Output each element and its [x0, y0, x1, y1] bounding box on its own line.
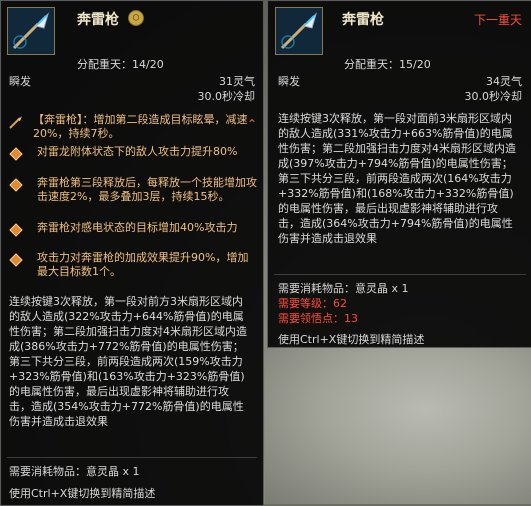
skill-tooltip-current: 奔雷枪 ⬡ 分配重天：14/20 瞬发 31灵气 30.0秒冷却 【奔雷枪】：增…: [0, 0, 264, 506]
required-level: 需要等级：62: [278, 297, 347, 310]
skill-name: 奔雷枪: [342, 12, 384, 28]
consume-item: 需要消耗物品：意灵晶 x 1: [9, 465, 140, 478]
upgrade-chevron-icon: ⌃: [246, 117, 257, 131]
bonus-row: 奔雷枪对感电状态的目标增加40%攻击力: [9, 221, 257, 251]
spear-icon: [9, 115, 23, 129]
mana-cost: 34灵气: [486, 75, 522, 88]
divider: [274, 274, 526, 275]
bonus-row: 奔雷枪第三段释放后，每释放一个技能增加攻击速度2%，最多叠加3层，持续15秒。: [9, 176, 257, 220]
bonus-row: 【奔雷枪】：增加第二段造成目标眩晕，减速20%，持续7秒。 ⌃: [9, 113, 257, 143]
required-points: 需要领悟点：13: [278, 312, 358, 325]
level-badge-icon: ⬡: [128, 10, 144, 26]
diamond-icon: [9, 178, 23, 192]
next-level-label: 下一重天: [473, 13, 522, 27]
diamond-icon: [9, 147, 23, 161]
skill-tooltip-next-level: 奔雷枪 下一重天 分配重天：15/20 瞬发 34灵气 30.0秒冷却 连续按键…: [267, 0, 531, 348]
divider: [7, 457, 257, 458]
mana-cost: 31灵气: [219, 75, 255, 88]
assign-level: 分配重天：14/20: [77, 58, 164, 71]
skill-spear-icon: [275, 7, 323, 55]
diamond-icon: [9, 253, 23, 267]
skill-description: 连续按键3次释放，第一段对前方3米扇形区域内的敌人造成(322%攻击力+644%…: [9, 295, 247, 428]
cast-type: 瞬发: [278, 75, 300, 88]
cast-type: 瞬发: [9, 75, 31, 88]
cooldown: 30.0秒冷却: [197, 90, 256, 103]
stone-floor-background: [265, 346, 531, 504]
assign-level: 分配重天：15/20: [344, 58, 431, 71]
skill-spear-icon: [7, 7, 55, 55]
skill-description: 连续按键3次释放，第一段对面前3米扇形区域内的敌人造成(331%攻击力+663%…: [278, 112, 516, 245]
toggle-description-hint: 使用Ctrl+X键切换到精简描述: [278, 333, 425, 346]
toggle-description-hint: 使用Ctrl+X键切换到精简描述: [9, 487, 156, 500]
cooldown: 30.0秒冷却: [464, 90, 523, 103]
diamond-icon: [9, 223, 23, 237]
skill-name: 奔雷枪: [77, 12, 119, 28]
consume-item: 需要消耗物品：意灵晶 x 1: [278, 282, 409, 295]
bonus-row: 攻击力对奔雷枪的加成效果提升90%，增加最大目标数1个。: [9, 251, 257, 281]
bonus-row: 对雷龙附体状态下的敌人攻击力提升80%: [9, 145, 257, 175]
